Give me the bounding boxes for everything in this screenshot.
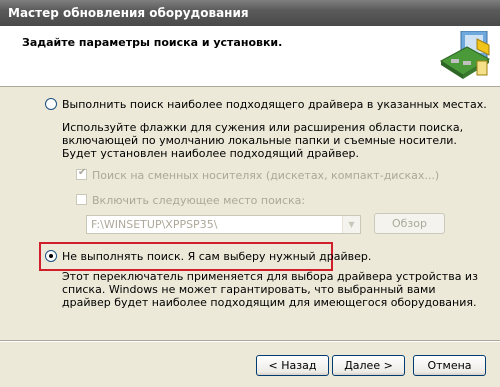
include-location-label[interactable]: Включить следующее место поиска: [92,194,305,207]
manual-option-radio[interactable] [45,250,57,262]
hardware-wizard-icon [440,31,490,79]
cancel-button[interactable]: Отмена [413,355,486,376]
removable-media-label[interactable]: Поиск на сменных носителях (дискетах, ко… [92,169,439,182]
title-bar[interactable]: Мастер обновления оборудования [0,0,500,27]
include-location-checkbox[interactable] [76,194,87,205]
browse-button[interactable]: Обзор [374,213,445,234]
location-combobox[interactable]: F:\WINSETUP\XPPSP35\ ▼ [86,215,361,234]
search-option-radio[interactable] [45,98,57,110]
hardware-update-wizard-window: Мастер обновления оборудования Задайте п… [0,0,500,387]
selected-dot-icon [49,254,53,258]
footer-divider [0,340,500,342]
next-button[interactable]: Далее > [332,355,405,376]
search-option-label[interactable]: Выполнить поиск наиболее подходящего дра… [62,98,487,111]
removable-media-checkbox[interactable]: ✔ [76,167,87,180]
location-value: F:\WINSETUP\XPPSP35\ [91,218,218,231]
manual-option-label[interactable]: Не выполнять поиск. Я сам выберу нужный … [62,250,371,263]
back-button[interactable]: < Назад [256,355,329,376]
wizard-header: Задайте параметры поиска и установки. [0,26,500,87]
window-title: Мастер обновления оборудования [8,6,249,20]
checkmark-icon: ✔ [78,167,87,178]
header-title: Задайте параметры поиска и установки. [22,36,283,49]
search-option-description: Используйте флажки для сужения или расши… [62,121,464,160]
manual-option-description: Этот переключатель применяется для выбор… [62,270,478,309]
chevron-down-icon[interactable]: ▼ [342,216,360,233]
